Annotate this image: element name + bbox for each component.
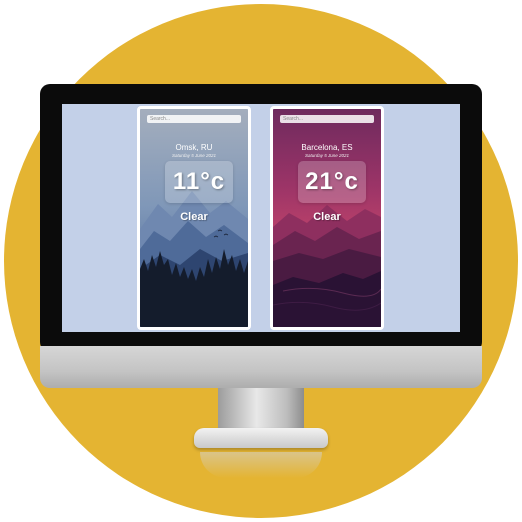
search-input[interactable] — [280, 115, 374, 123]
monitor-screen: Omsk, RU Saturday 5 June 2021 11°c Clear — [62, 104, 460, 332]
date-label: Saturday 5 June 2021 — [304, 153, 350, 158]
monitor-chin — [40, 346, 482, 388]
search-input[interactable] — [147, 115, 241, 123]
date-label: Saturday 5 June 2021 — [171, 153, 217, 158]
temperature-box: 21°c — [298, 161, 366, 203]
temperature-value: 11°c — [172, 168, 226, 195]
city-label: Barcelona, ES — [301, 143, 353, 152]
temperature-box: 11°c — [165, 161, 233, 203]
weather-card-omsk: Omsk, RU Saturday 5 June 2021 11°c Clear — [137, 106, 251, 330]
temperature-value: 21°c — [305, 168, 359, 195]
city-label: Omsk, RU — [175, 143, 213, 152]
monitor-stand-neck — [218, 388, 304, 432]
monitor-stand-base — [194, 428, 328, 448]
weather-condition: Clear — [180, 211, 208, 223]
weather-condition: Clear — [313, 211, 341, 223]
weather-card-barcelona: Barcelona, ES Saturday 5 June 2021 21°c … — [270, 106, 384, 330]
stand-reflection — [200, 452, 322, 478]
